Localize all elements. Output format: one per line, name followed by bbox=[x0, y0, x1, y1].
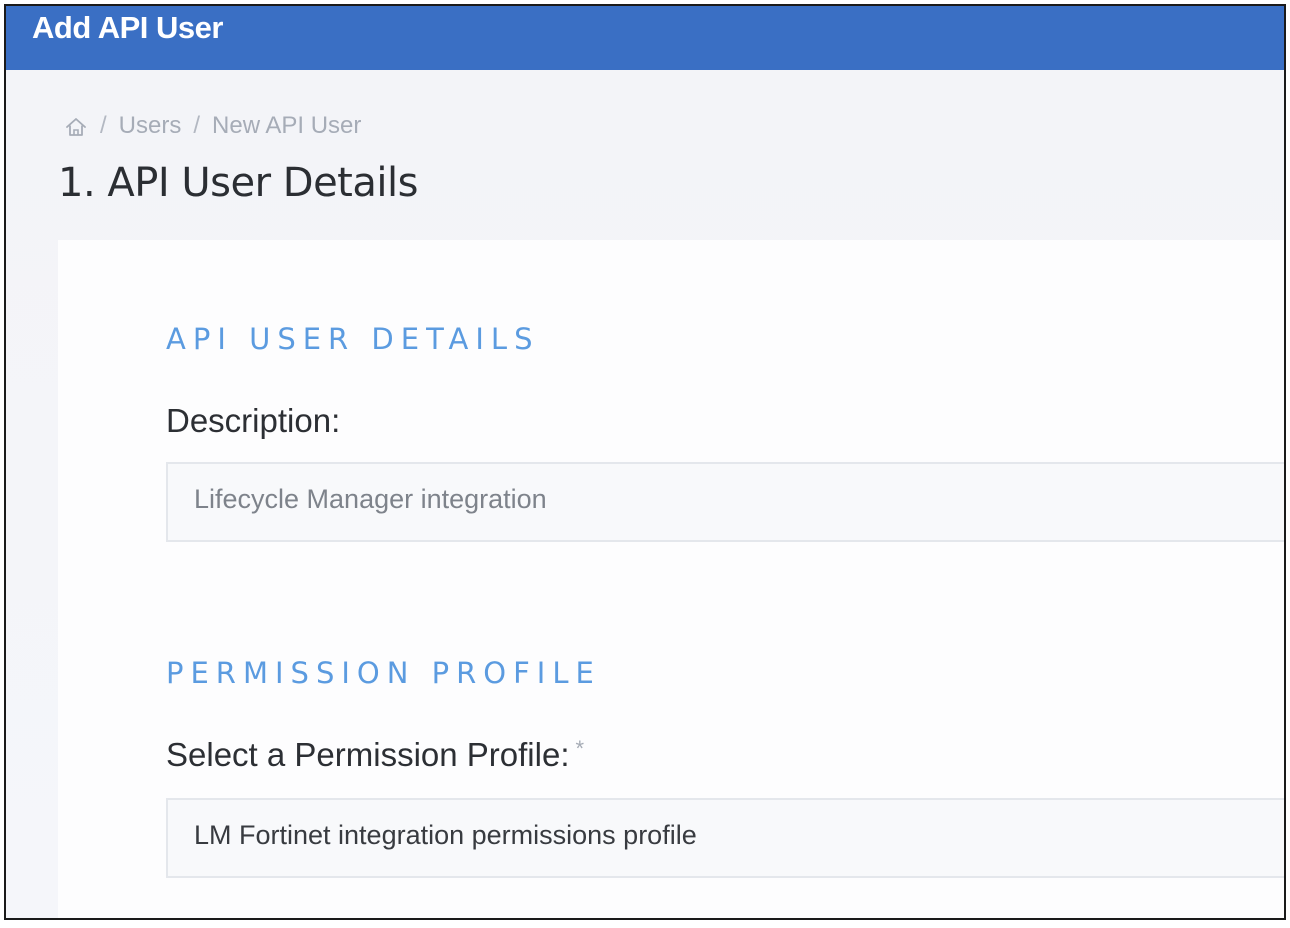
page-title: 1. API User Details bbox=[58, 160, 418, 206]
content-area: / Users / New API User 1. API User Detai… bbox=[6, 70, 1284, 918]
window-titlebar: Add API User bbox=[6, 6, 1284, 70]
window-title: Add API User bbox=[32, 10, 223, 45]
permission-profile-label-text: Select a Permission Profile: bbox=[166, 736, 570, 773]
home-icon[interactable] bbox=[64, 116, 88, 138]
permission-profile-selected-value: LM Fortinet integration permissions prof… bbox=[194, 820, 697, 850]
breadcrumb: / Users / New API User bbox=[64, 112, 361, 140]
breadcrumb-current-page: New API User bbox=[212, 112, 362, 139]
add-api-user-window: Add API User / Users / New API User 1. A… bbox=[4, 4, 1286, 920]
description-input[interactable]: Lifecycle Manager integration bbox=[166, 462, 1284, 542]
breadcrumb-separator: / bbox=[193, 112, 201, 139]
form-card: API USER DETAILS Description: Lifecycle … bbox=[58, 240, 1284, 918]
description-label: Description: bbox=[166, 402, 341, 439]
required-marker: * bbox=[575, 736, 585, 761]
section-heading-permission-profile: PERMISSION PROFILE bbox=[166, 656, 601, 690]
permission-profile-label: Select a Permission Profile: * bbox=[166, 736, 584, 774]
breadcrumb-separator: / bbox=[100, 112, 107, 139]
permission-profile-select[interactable]: LM Fortinet integration permissions prof… bbox=[166, 798, 1284, 878]
section-heading-api-user-details: API USER DETAILS bbox=[166, 322, 540, 356]
description-placeholder: Lifecycle Manager integration bbox=[194, 484, 547, 514]
breadcrumb-users-link[interactable]: Users bbox=[119, 112, 182, 140]
